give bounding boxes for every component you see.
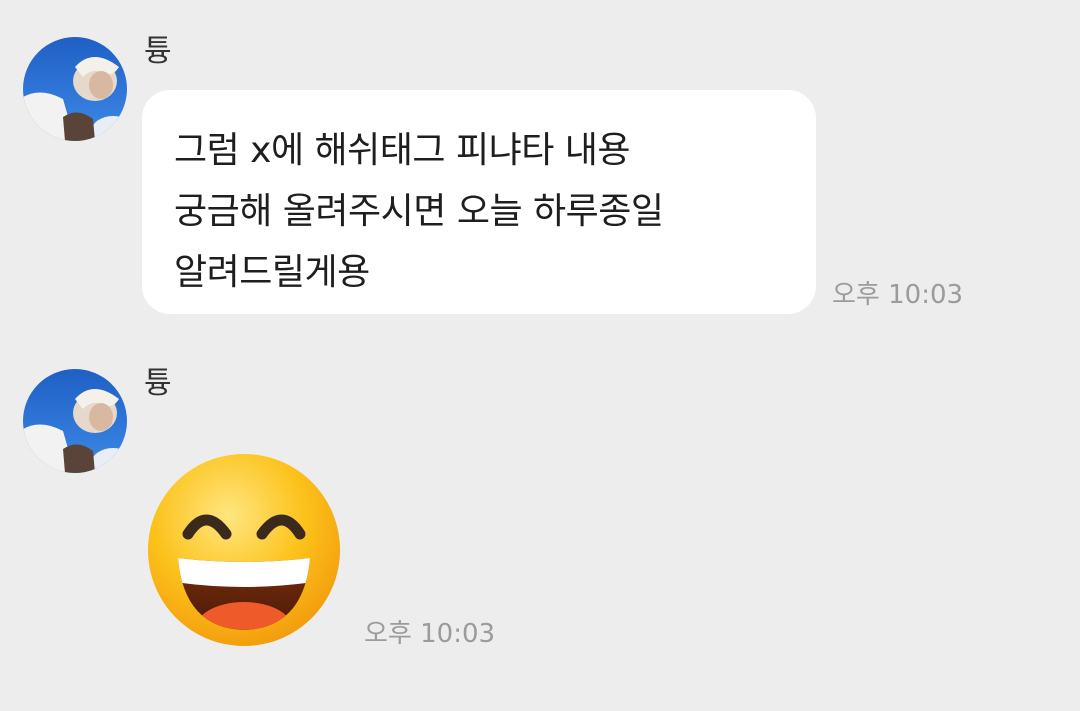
message-text-line: 궁금해 올려주시면 오늘 하루종일 — [174, 191, 664, 232]
message-timestamp: 오후 10:03 — [832, 280, 964, 310]
sender-avatar[interactable] — [23, 37, 127, 141]
avatar-photo-icon — [23, 369, 127, 473]
sender-name: 튱 — [144, 34, 172, 69]
avatar-photo-icon — [23, 37, 127, 141]
message-text-line: 그럼 x에 해쉬태그 피냐타 내용 — [174, 130, 631, 171]
grinning-face-icon — [148, 454, 340, 646]
sender-name: 튱 — [144, 366, 172, 401]
sender-avatar[interactable] — [23, 369, 127, 473]
emoji-message[interactable] — [144, 450, 344, 650]
message-bubble[interactable]: 그럼 x에 해쉬태그 피냐타 내용 궁금해 올려주시면 오늘 하루종일 알려드릴… — [142, 90, 816, 314]
message-timestamp: 오후 10:03 — [364, 619, 496, 649]
message-text-line: 알려드릴게용 — [174, 252, 370, 293]
